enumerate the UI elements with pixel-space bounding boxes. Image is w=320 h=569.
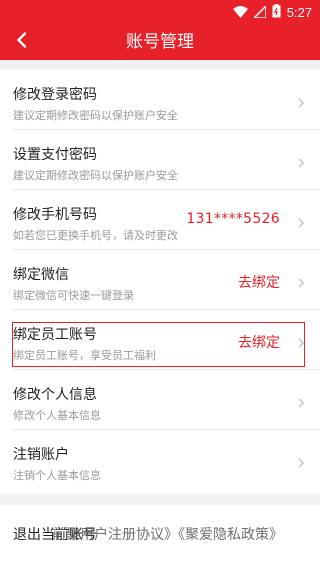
row-subtitle: 绑定微信可快速一键登录: [13, 289, 134, 302]
row-title: 绑定员工账号: [13, 327, 97, 343]
row-title: 修改个人信息: [13, 387, 97, 403]
list-item-bind-employee-account[interactable]: 绑定员工账号 绑定员工账号，享受员工福利 去绑定: [0, 310, 320, 370]
status-icons: 5:27: [232, 3, 312, 22]
agreement-links[interactable]: 前聚用户注册协议》《聚爱隐私政策》: [52, 524, 283, 544]
row-title: 注销账户: [13, 447, 69, 463]
row-title: 修改登录密码: [13, 87, 97, 103]
row-subtitle: 建议定期修改密码以保护账户安全: [13, 109, 178, 122]
bind-employee-action[interactable]: 去绑定: [238, 332, 280, 352]
battery-icon: [272, 3, 281, 22]
chevron-right-icon: [296, 94, 306, 108]
chevron-right-icon: [296, 394, 306, 408]
row-title: 修改手机号码: [13, 207, 97, 223]
list-item-change-login-password[interactable]: 修改登录密码 建议定期修改密码以保护账户安全: [0, 70, 320, 130]
chevron-left-icon: [16, 32, 28, 52]
row-subtitle: 建议定期修改密码以保护账户安全: [13, 169, 178, 182]
page-title: 账号管理: [126, 32, 194, 52]
list-item-bind-wechat[interactable]: 绑定微信 绑定微信可快速一键登录 去绑定: [0, 250, 320, 310]
status-bar: 5:27: [0, 0, 320, 24]
row-subtitle: 如若您已更换手机号，请及时更改: [13, 229, 178, 242]
status-time: 5:27: [286, 4, 312, 20]
wifi-icon: [232, 3, 248, 22]
chevron-right-icon: [296, 334, 306, 348]
bind-wechat-action[interactable]: 去绑定: [238, 272, 280, 292]
chevron-right-icon: [296, 154, 306, 168]
list-item-change-phone[interactable]: 修改手机号码 如若您已更换手机号，请及时更改 131****5526: [0, 190, 320, 250]
row-title: 绑定微信: [13, 267, 69, 283]
list-item-delete-account[interactable]: 注销账户 注销个人基本信息: [0, 430, 320, 490]
chevron-right-icon: [296, 214, 306, 228]
phone-number-value: 131****5526: [186, 211, 280, 227]
list-item-edit-profile[interactable]: 修改个人信息 修改个人基本信息: [0, 370, 320, 430]
list-item-set-payment-password[interactable]: 设置支付密码 建议定期修改密码以保护账户安全: [0, 130, 320, 190]
signal-icon: [251, 3, 267, 22]
chevron-right-icon: [296, 454, 306, 468]
app-bar: 账号管理: [0, 24, 320, 60]
account-settings-list: 修改登录密码 建议定期修改密码以保护账户安全 设置支付密码 建议定期修改密码以保…: [0, 70, 320, 494]
row-subtitle: 修改个人基本信息: [13, 409, 101, 422]
row-subtitle: 注销个人基本信息: [13, 469, 101, 482]
back-button[interactable]: [8, 28, 36, 56]
chevron-right-icon: [296, 274, 306, 288]
row-title: 设置支付密码: [13, 147, 97, 163]
logout-bar[interactable]: 退出当前账号 前聚用户注册协议》《聚爱隐私政策》: [0, 505, 320, 569]
row-subtitle: 绑定员工账号，享受员工福利: [13, 349, 156, 362]
